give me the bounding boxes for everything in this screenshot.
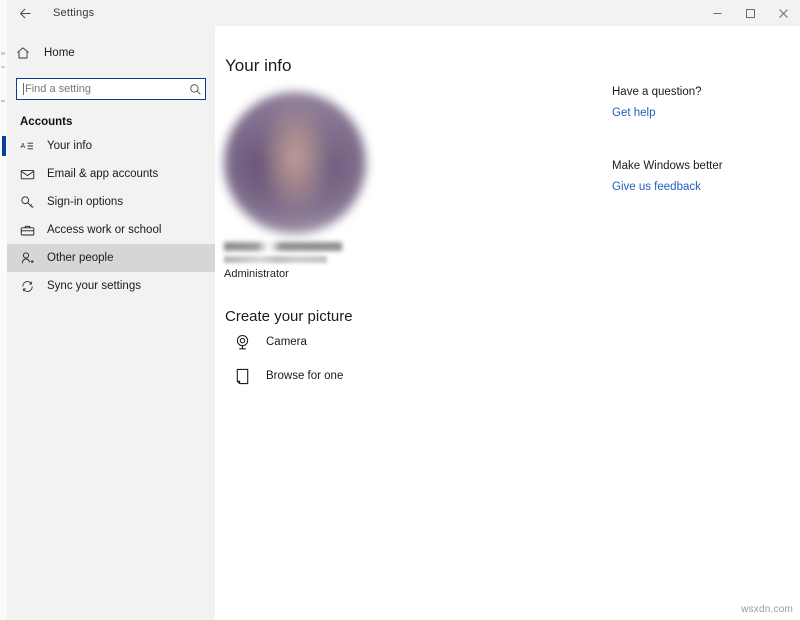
search-box[interactable] bbox=[16, 78, 206, 100]
account-summary: Administrator bbox=[224, 242, 800, 280]
key-icon bbox=[20, 195, 40, 210]
sync-icon bbox=[20, 279, 40, 294]
window-body: Home Accounts A bbox=[2, 26, 800, 620]
background-artifact bbox=[1, 52, 5, 55]
sidebar-item-home[interactable]: Home bbox=[7, 40, 215, 66]
account-path-redacted bbox=[224, 256, 327, 263]
get-help-link[interactable]: Get help bbox=[612, 107, 655, 119]
create-picture-heading: Create your picture bbox=[225, 308, 353, 325]
background-artifact bbox=[1, 100, 5, 102]
sidebar-item-your-info[interactable]: A Your info bbox=[2, 132, 215, 160]
sidebar-item-label: Email & app accounts bbox=[47, 168, 159, 180]
search-input[interactable] bbox=[24, 79, 185, 99]
page-title: Your info bbox=[225, 56, 292, 75]
maximize-button[interactable] bbox=[734, 0, 767, 26]
give-feedback-link[interactable]: Give us feedback bbox=[612, 181, 701, 193]
create-picture-option-camera[interactable]: Camera bbox=[229, 325, 800, 359]
title-bar: Settings bbox=[7, 0, 800, 26]
user-avatar-image[interactable] bbox=[224, 92, 366, 234]
selection-indicator bbox=[2, 136, 6, 156]
sidebar-item-home-label: Home bbox=[44, 47, 75, 59]
sidebar-item-label: Access work or school bbox=[47, 224, 162, 236]
close-button[interactable] bbox=[767, 0, 800, 26]
app-title: Settings bbox=[53, 7, 95, 19]
home-icon bbox=[16, 46, 38, 60]
create-picture-option-label: Browse for one bbox=[266, 370, 344, 382]
sidebar-item-label: Sync your settings bbox=[47, 280, 141, 292]
help-group-feedback: Make Windows better Give us feedback bbox=[612, 160, 792, 195]
camera-icon bbox=[229, 333, 255, 352]
window-controls bbox=[701, 0, 800, 26]
sidebar: Home Accounts A bbox=[2, 26, 215, 620]
browse-file-icon bbox=[229, 367, 255, 386]
back-arrow-icon bbox=[18, 6, 33, 21]
envelope-icon bbox=[20, 167, 40, 182]
svg-text:A: A bbox=[21, 143, 26, 150]
create-picture-option-browse[interactable]: Browse for one bbox=[229, 359, 800, 393]
minimize-button[interactable] bbox=[701, 0, 734, 26]
help-heading: Have a question? bbox=[612, 86, 702, 98]
sidebar-item-label: Other people bbox=[47, 252, 114, 264]
help-rail: Have a question? Get help Make Windows b… bbox=[612, 86, 792, 234]
background-artifact bbox=[1, 66, 5, 68]
contact-card-icon: A bbox=[20, 139, 40, 154]
sidebar-item-sign-in-options[interactable]: Sign-in options bbox=[7, 188, 215, 216]
briefcase-icon bbox=[20, 223, 40, 238]
main-content: Your info Administrator Create your pict… bbox=[215, 26, 800, 620]
person-add-icon bbox=[20, 251, 40, 266]
close-icon bbox=[778, 8, 789, 19]
back-button[interactable] bbox=[7, 0, 43, 26]
account-role: Administrator bbox=[224, 268, 289, 280]
sidebar-item-sync-your-settings[interactable]: Sync your settings bbox=[7, 272, 215, 300]
sidebar-item-access-work-or-school[interactable]: Access work or school bbox=[7, 216, 215, 244]
create-picture-option-label: Camera bbox=[266, 336, 307, 348]
account-display-name-redacted bbox=[224, 242, 342, 251]
minimize-icon bbox=[712, 8, 723, 19]
sidebar-item-label: Sign-in options bbox=[47, 196, 124, 208]
settings-window: Settings Home Find a setting Accounts A … bbox=[2, 0, 800, 620]
help-group-question: Have a question? Get help bbox=[612, 86, 792, 121]
sidebar-item-other-people[interactable]: Other people bbox=[7, 244, 215, 272]
sidebar-section-header: Accounts bbox=[20, 116, 73, 128]
watermark: wsxdn.com bbox=[741, 604, 793, 615]
help-heading: Make Windows better bbox=[612, 160, 723, 172]
search-icon[interactable] bbox=[185, 83, 205, 96]
maximize-icon bbox=[745, 8, 756, 19]
sidebar-item-label: Your info bbox=[47, 140, 92, 152]
sidebar-item-email-app-accounts[interactable]: Email & app accounts bbox=[7, 160, 215, 188]
